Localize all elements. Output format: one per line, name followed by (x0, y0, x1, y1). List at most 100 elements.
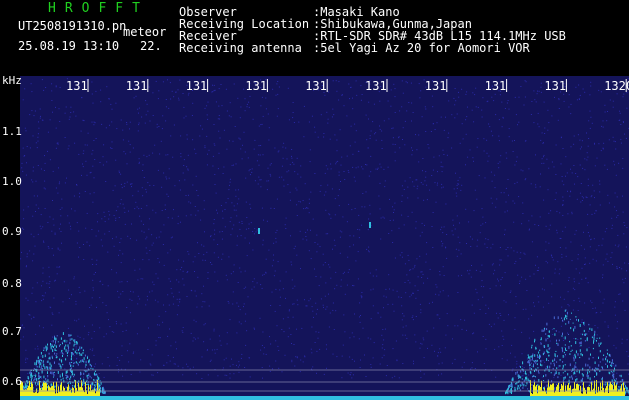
noise-speck (119, 249, 121, 251)
noise-speck (107, 285, 109, 287)
noise-speck (262, 239, 264, 241)
noise-speck (287, 316, 289, 318)
echo-pixel (566, 317, 568, 320)
noise-speck (203, 200, 205, 202)
noise-speck (402, 127, 404, 129)
noise-speck (544, 127, 546, 129)
frequency-tick-label: 0.8 (2, 277, 22, 290)
noise-speck (227, 301, 229, 302)
noise-speck (584, 248, 585, 250)
noise-speck (41, 295, 43, 297)
noise-speck (567, 213, 569, 215)
echo-pixel (38, 375, 40, 378)
noise-speck (465, 93, 467, 95)
noise-speck (545, 241, 547, 243)
echo-pixel (43, 347, 45, 350)
noise-speck (485, 222, 487, 224)
time-tick-label: 131 (186, 79, 208, 93)
noise-speck (217, 375, 219, 377)
noise-speck (262, 331, 264, 333)
noise-speck (535, 101, 537, 103)
noise-speck (199, 135, 201, 137)
noise-speck (422, 158, 424, 159)
echo-pixel (561, 335, 563, 337)
noise-speck (220, 344, 222, 346)
noise-speck (100, 89, 102, 91)
noise-speck (531, 215, 533, 217)
noise-speck (396, 290, 398, 292)
noise-speck (52, 313, 54, 315)
echo-pixel (556, 330, 557, 332)
echo-pixel (546, 349, 548, 353)
noise-speck (319, 246, 321, 248)
noise-speck (44, 180, 46, 182)
noise-speck (186, 296, 188, 297)
noise-speck (415, 221, 417, 223)
meteor-bar (607, 381, 608, 398)
noise-speck (581, 196, 583, 198)
noise-speck (384, 328, 386, 330)
echo-pixel (543, 345, 545, 347)
echo-pixel (552, 367, 554, 370)
noise-speck (156, 123, 158, 125)
noise-speck (58, 312, 60, 314)
noise-speck (162, 115, 164, 117)
echo-pixel (103, 391, 105, 394)
noise-speck (80, 130, 82, 132)
noise-speck (211, 349, 213, 351)
noise-speck (226, 332, 228, 334)
noise-speck (493, 323, 495, 325)
noise-speck (496, 312, 497, 314)
noise-speck (338, 81, 340, 83)
noise-speck (275, 360, 277, 362)
noise-speck (361, 292, 363, 293)
noise-speck (491, 202, 493, 204)
noise-speck (328, 213, 330, 215)
noise-speck (237, 366, 239, 368)
noise-speck (213, 223, 215, 225)
noise-speck (416, 149, 418, 151)
noise-speck (238, 305, 240, 307)
noise-speck (248, 106, 250, 108)
noise-speck (165, 120, 167, 122)
noise-speck (373, 342, 375, 344)
echo-pixel (69, 341, 71, 345)
noise-speck (214, 233, 216, 235)
noise-speck (283, 185, 285, 187)
noise-speck (149, 250, 151, 251)
noise-speck (498, 140, 500, 142)
echo-pixel (556, 383, 558, 386)
noise-speck (511, 140, 513, 142)
noise-speck (570, 146, 572, 148)
echo-pixel (55, 340, 56, 344)
noise-speck (426, 242, 428, 244)
noise-speck (358, 338, 360, 340)
echo-pixel (594, 333, 596, 336)
echo-pixel (546, 328, 548, 330)
noise-speck (173, 209, 174, 211)
echo-pixel (38, 366, 40, 368)
echo-pixel (547, 335, 549, 337)
noise-speck (515, 303, 517, 305)
noise-speck (384, 186, 386, 188)
noise-speck (579, 139, 581, 141)
noise-speck (279, 296, 281, 298)
noise-speck (394, 144, 396, 145)
noise-speck (201, 378, 203, 379)
noise-speck (422, 337, 424, 339)
noise-speck (367, 229, 369, 231)
noise-speck (307, 229, 308, 231)
noise-speck (377, 168, 378, 170)
echo-pixel (539, 349, 541, 351)
noise-speck (200, 125, 202, 127)
noise-speck (501, 126, 503, 128)
echo-pixel (532, 375, 534, 377)
noise-speck (341, 94, 343, 96)
noise-speck (246, 330, 248, 332)
noise-speck (497, 162, 499, 164)
noise-speck (279, 289, 281, 291)
noise-speck (482, 216, 484, 218)
noise-speck (99, 162, 101, 163)
echo-pixel (610, 370, 612, 373)
noise-speck (26, 256, 28, 258)
